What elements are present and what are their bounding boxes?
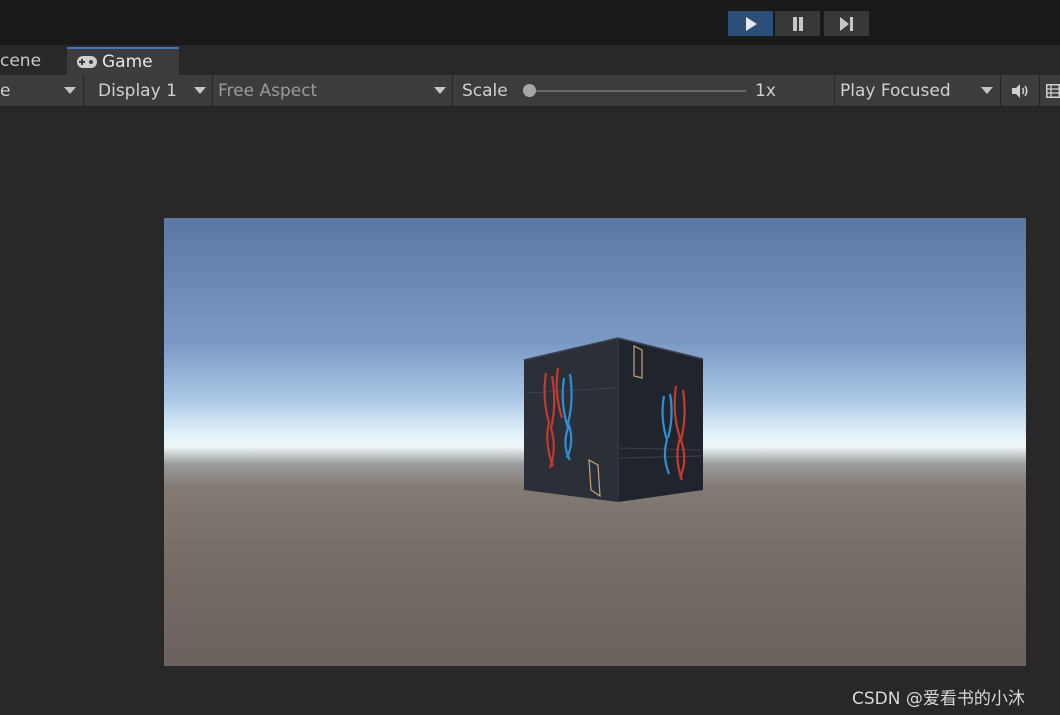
scale-slider-track[interactable] (529, 90, 746, 92)
display-dropdown[interactable]: Display 1 (84, 75, 212, 106)
scale-slider-handle[interactable] (523, 84, 536, 97)
chevron-down-icon (194, 87, 206, 94)
play-icon (745, 16, 757, 31)
tab-game[interactable]: Game (67, 47, 179, 75)
scale-control: Scale 1x (453, 75, 834, 106)
tab-bar: cene Game (0, 45, 1060, 75)
stats-button[interactable] (1040, 75, 1060, 106)
tab-game-label: Game (102, 52, 153, 72)
tab-scene-label: cene (0, 51, 42, 71)
game-viewport[interactable] (164, 218, 1026, 666)
watermark: CSDN @爱看书的小沐 (852, 689, 1025, 709)
mute-audio-button[interactable] (1001, 75, 1039, 106)
top-toolbar (0, 0, 1060, 45)
step-icon (839, 16, 853, 31)
chevron-down-icon (981, 87, 993, 94)
scale-label: Scale (462, 80, 508, 101)
grid-icon (1046, 83, 1060, 98)
play-button[interactable] (728, 11, 773, 36)
tab-scene[interactable]: cene (0, 47, 66, 75)
play-mode-label: Play Focused (840, 80, 951, 101)
display-dropdown-label: Display 1 (98, 80, 177, 101)
gamepad-icon (77, 56, 97, 68)
speaker-icon (1012, 83, 1028, 98)
cube-render (523, 337, 704, 502)
pause-button[interactable] (775, 11, 820, 36)
pause-icon (792, 16, 803, 31)
chevron-down-icon (64, 87, 76, 94)
play-mode-dropdown[interactable]: Play Focused (835, 75, 1000, 106)
scale-value: 1x (755, 80, 776, 101)
aspect-dropdown[interactable]: Free Aspect (213, 75, 452, 106)
chevron-down-icon (434, 87, 446, 94)
game-view-toolbar: e Display 1 Free Aspect Scale 1x Play Fo… (0, 75, 1060, 107)
view-dropdown[interactable]: e (0, 75, 82, 106)
view-dropdown-label: e (0, 80, 11, 101)
step-button[interactable] (824, 11, 869, 36)
aspect-dropdown-label: Free Aspect (218, 80, 318, 101)
